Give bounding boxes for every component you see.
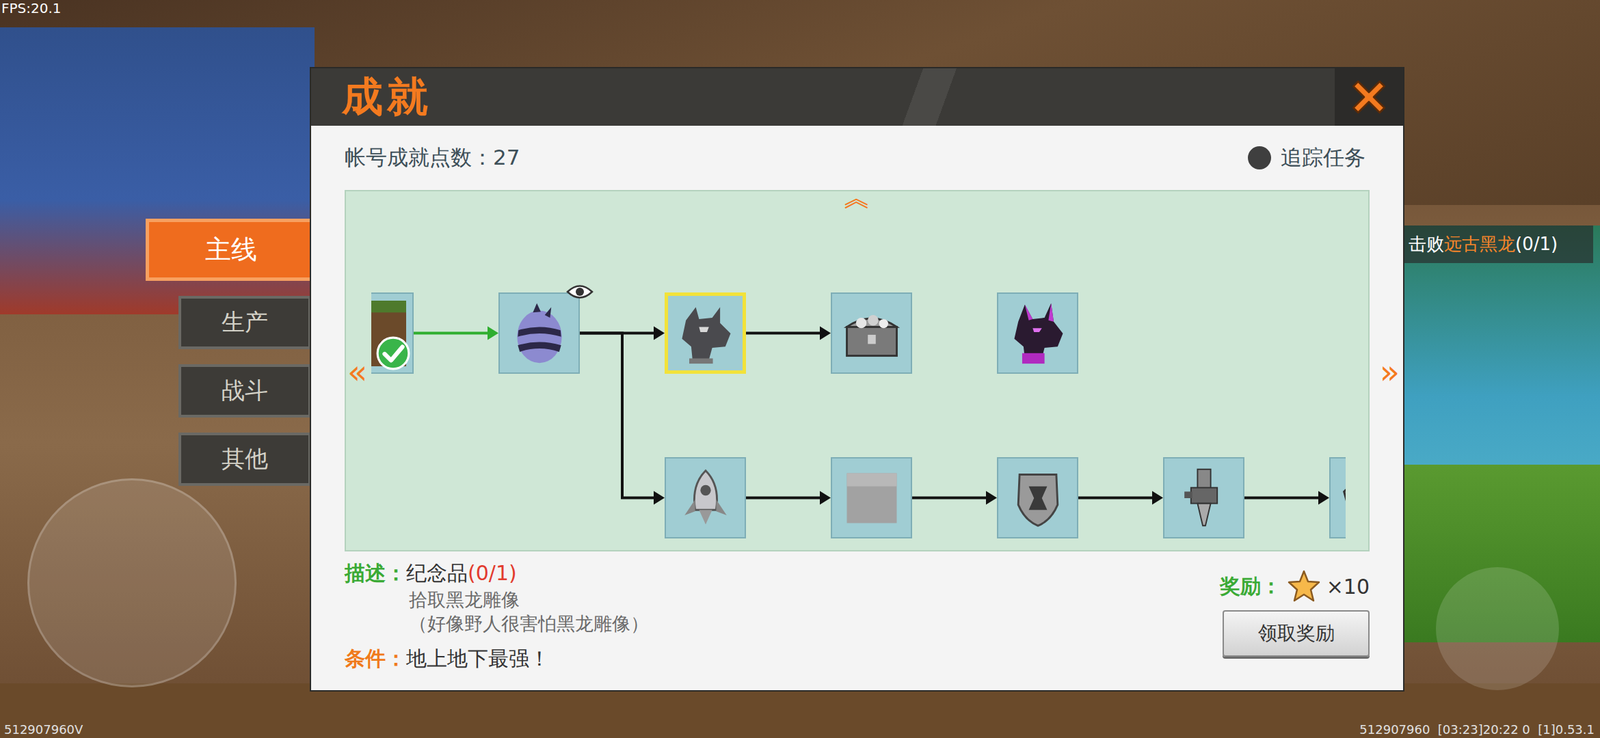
tree-arrow (1244, 491, 1330, 506)
partial-icon (1337, 465, 1347, 532)
eye-icon (566, 283, 594, 301)
egg-icon (506, 300, 573, 367)
reward: 奖励：×10 (1219, 569, 1370, 604)
rocket-icon (672, 465, 739, 532)
achievement-node[interactable] (830, 292, 913, 375)
account-points: 帐号成就点数：27 (344, 143, 520, 173)
condition: 条件：地上地下最强！ (344, 645, 649, 674)
status-right: 512907960 [03:23]20:22 0 [1]0.53.1 (1359, 722, 1595, 738)
achievement-detail: 描述：纪念品(0/1)拾取黑龙雕像（好像野人很害怕黑龙雕像） 条件：地上地下最强！… (344, 551, 1370, 691)
description-line: （好像野人很害怕黑龙雕像） (344, 611, 649, 636)
achievement-node[interactable] (996, 457, 1079, 539)
category-tab[interactable]: 生产 (178, 296, 312, 350)
achievement-tree: ︽«» (344, 190, 1370, 552)
tree-arrow (413, 326, 499, 341)
fps-counter: FPS:20.1 (1, 0, 62, 17)
dialog-header: 成就 (311, 68, 1404, 126)
game-screen: FPS:20.1 击败远古黑龙(0/1) 512907960V 512907960 [… (0, 0, 1600, 738)
tree-arrow (745, 326, 831, 341)
quest-tracker[interactable]: 击败远古黑龙(0/1) (1403, 225, 1594, 264)
scroll-up-button[interactable]: ︽ (843, 183, 872, 211)
joystick[interactable] (27, 478, 237, 688)
close-button[interactable] (1334, 68, 1404, 126)
status-left: 512907960V (4, 722, 83, 738)
track-dot-icon (1247, 146, 1272, 170)
dialog-title: 成就 (311, 69, 433, 126)
achievement-node[interactable] (1329, 457, 1346, 539)
purple-dragon-icon (1005, 300, 1071, 367)
achievement-node[interactable] (1163, 457, 1245, 539)
tree-arrow (1078, 491, 1164, 506)
achievement-node[interactable] (830, 457, 913, 539)
dialog-body: 帐号成就点数：27追踪任务︽«»描述：纪念品(0/1)拾取黑龙雕像（好像野人很害… (311, 125, 1404, 691)
dragon-statue-icon (672, 300, 739, 367)
scroll-right-button[interactable]: » (1379, 355, 1400, 389)
drill-icon (1171, 465, 1237, 532)
tree-arrow (579, 333, 665, 506)
scroll-left-button[interactable]: « (347, 355, 368, 389)
jump-button[interactable] (1435, 567, 1559, 691)
star-icon (1286, 569, 1322, 604)
achievement-node[interactable] (664, 292, 746, 375)
description: 描述：纪念品(0/1) (344, 560, 649, 589)
category-tab[interactable]: 其他 (178, 432, 312, 487)
achievement-dialog: 成就帐号成就点数：27追踪任务︽«»描述：纪念品(0/1)拾取黑龙雕像（好像野人… (311, 68, 1404, 691)
achievement-node[interactable] (664, 457, 746, 539)
category-tab[interactable]: 战斗 (178, 364, 312, 418)
shield-icon (1005, 465, 1071, 532)
category-tabs: 主线生产战斗其他 (145, 218, 317, 487)
tree-arrow (745, 491, 831, 506)
tree-viewport[interactable] (371, 191, 1346, 551)
close-icon (1344, 73, 1393, 122)
category-tab[interactable]: 主线 (145, 218, 317, 282)
chest-icon (838, 300, 905, 367)
description-line: 拾取黑龙雕像 (344, 588, 649, 612)
tree-arrow (912, 491, 997, 506)
track-toggle[interactable]: 追踪任务 (1247, 143, 1366, 173)
achievement-node[interactable] (371, 292, 414, 375)
claim-reward-button[interactable]: 领取奖励 (1222, 610, 1370, 658)
completed-check-icon (375, 335, 411, 372)
achievement-node[interactable] (498, 292, 580, 375)
achievement-node[interactable] (996, 292, 1079, 375)
stone-icon (838, 465, 905, 532)
